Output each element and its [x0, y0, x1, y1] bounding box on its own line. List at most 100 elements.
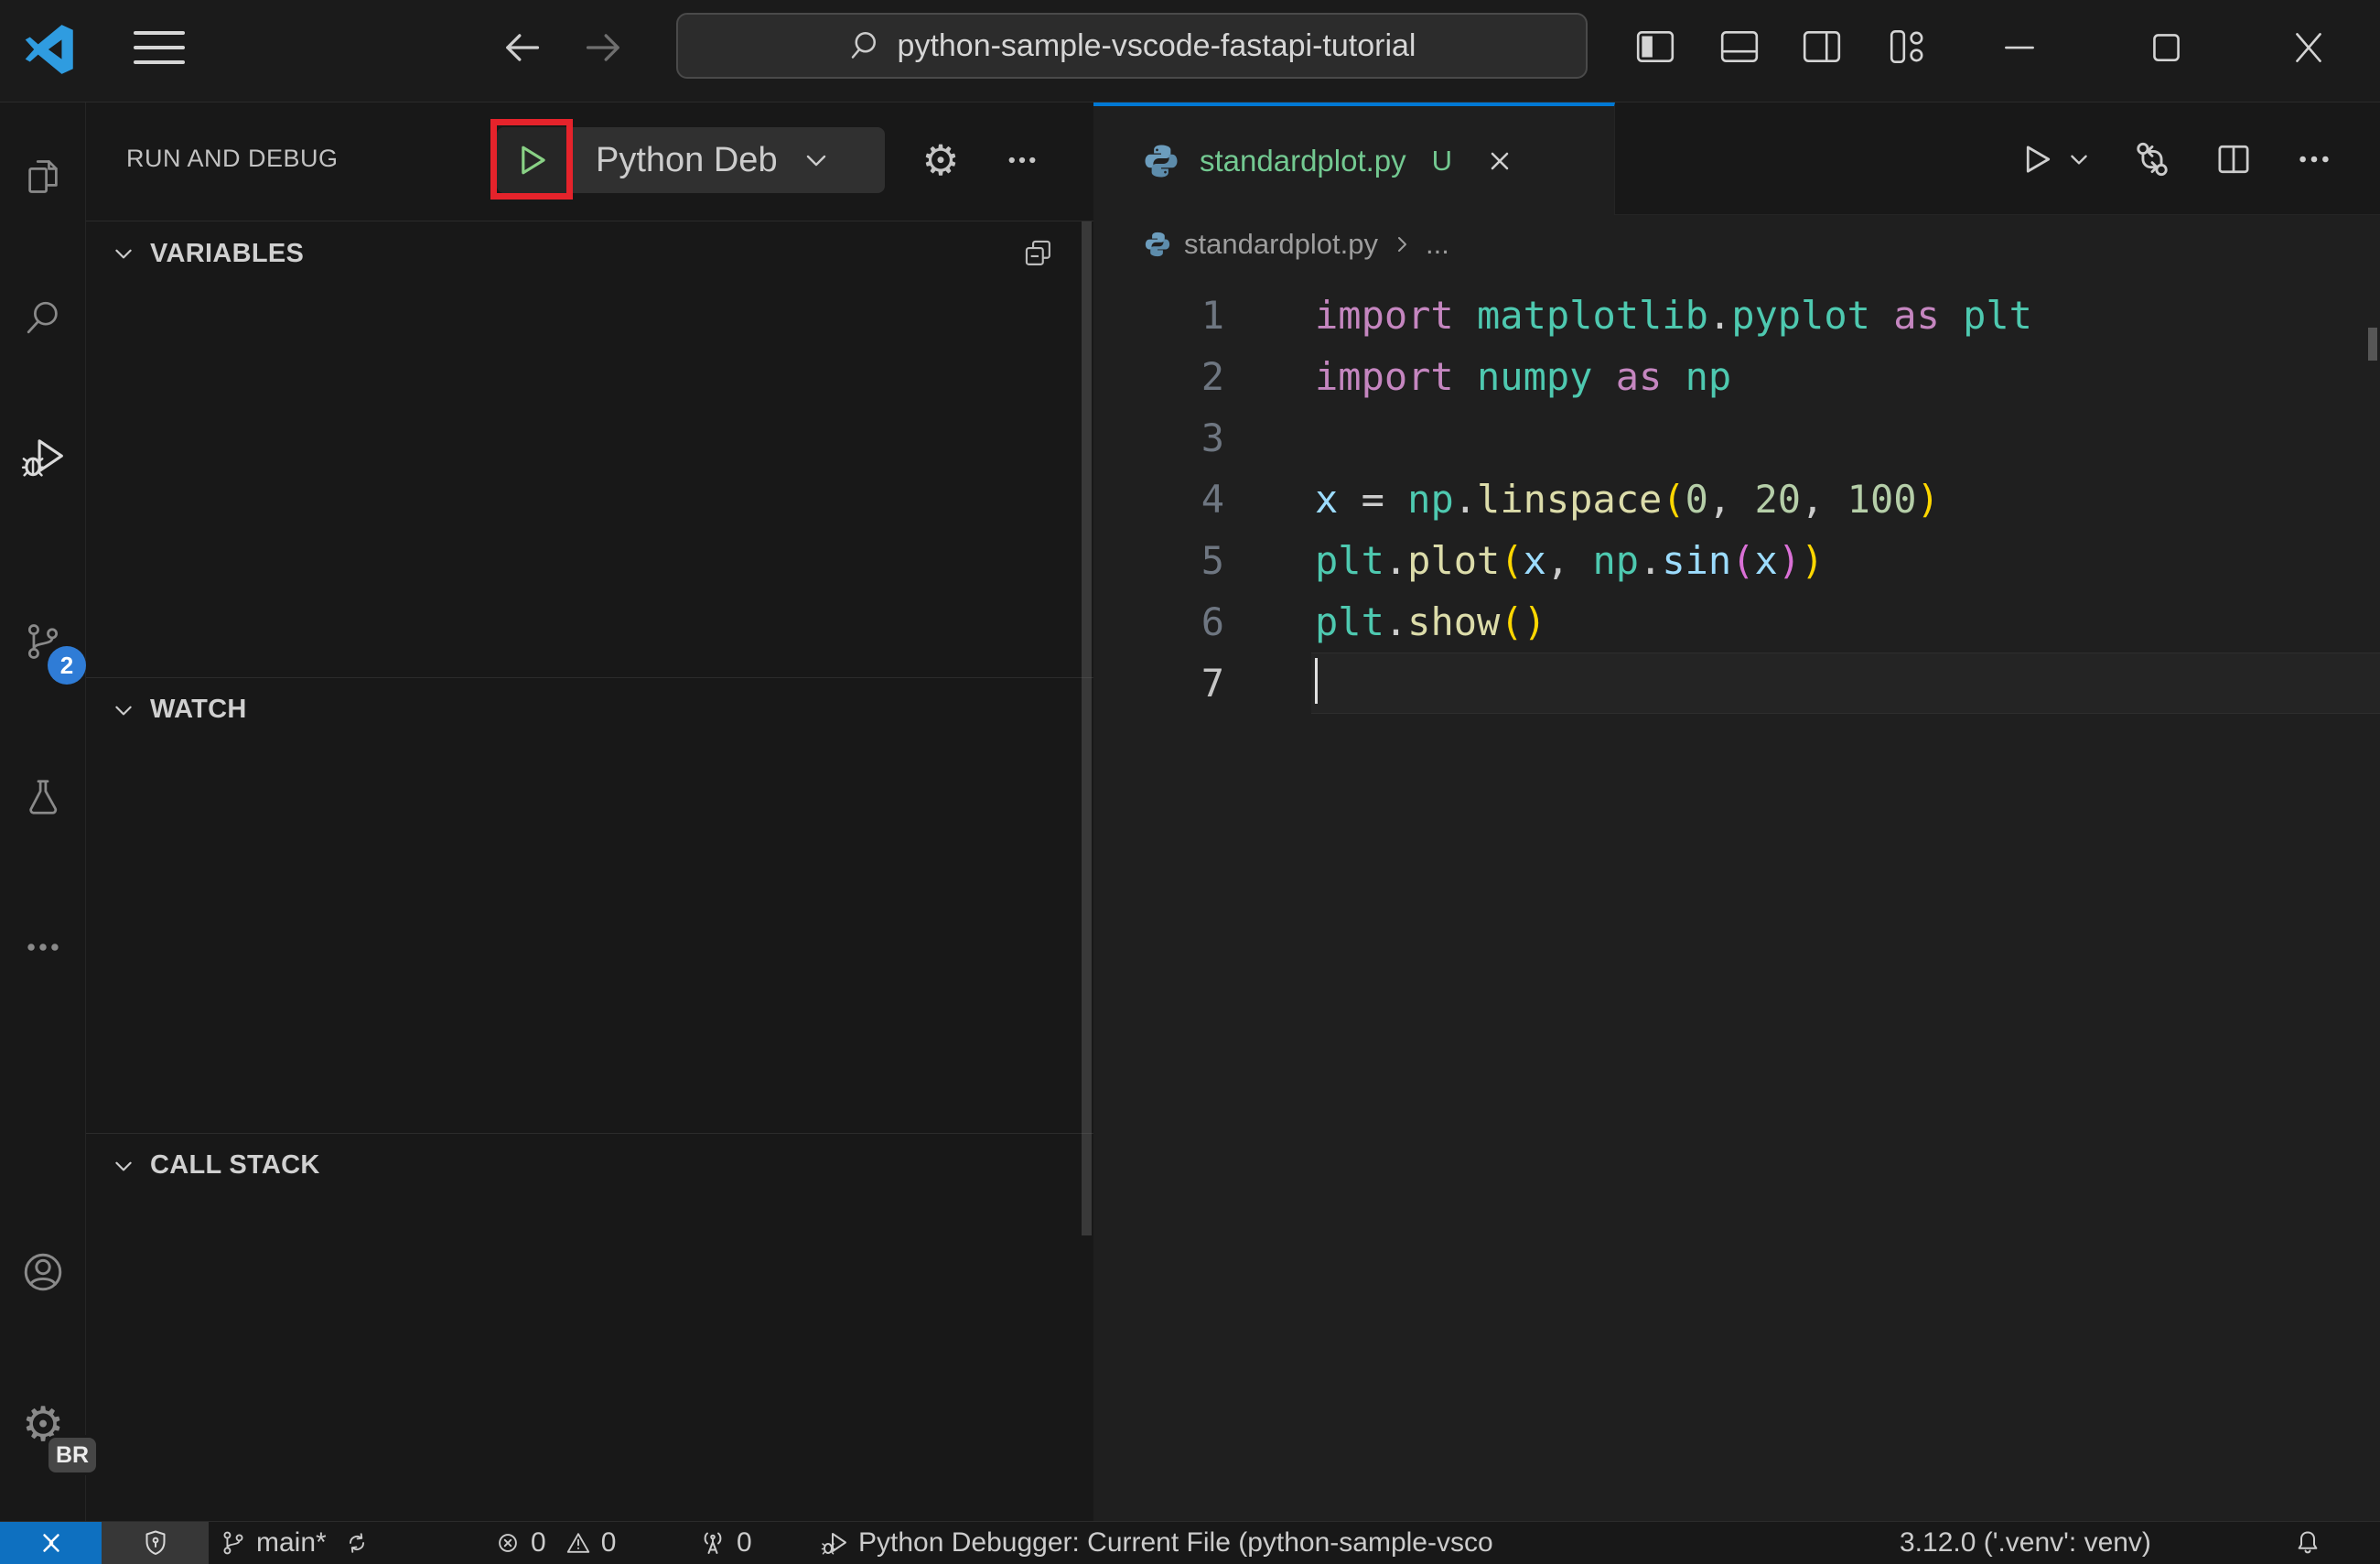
profile-badge: BR: [46, 1435, 99, 1475]
vscode-window: python-sample-vscode-fastapi-tutorial 2 …: [0, 0, 2380, 1564]
debug-status-icon: [821, 1533, 846, 1555]
account-icon: [24, 1253, 62, 1291]
problems-status-item[interactable]: 0 0: [494, 1522, 616, 1564]
ports-status-item[interactable]: 0: [698, 1522, 752, 1564]
beaker-icon: [29, 780, 58, 814]
debug-toolbar: RUN AND DEBUG Python Deb ⚙: [86, 102, 1093, 221]
code-line-5[interactable]: 5 plt.plot(x, np.sin(x)): [1093, 530, 2380, 591]
line-text[interactable]: plt.show(): [1311, 591, 2380, 653]
error-icon: [499, 1534, 517, 1552]
editor-actions: [2018, 102, 2380, 215]
maximize-button[interactable]: [2145, 26, 2187, 68]
line-text[interactable]: [1311, 653, 2380, 714]
breadcrumb-file[interactable]: standardplot.py: [1184, 228, 1378, 261]
line-text[interactable]: plt.plot(x, np.sin(x)): [1311, 530, 2380, 591]
git-branch-icon: [223, 1531, 243, 1555]
sidebar-item-explorer[interactable]: [0, 134, 86, 220]
remote-indicator[interactable]: [0, 1522, 102, 1564]
debug-views-more-button[interactable]: [992, 130, 1052, 190]
chevron-down-icon: [2071, 155, 2087, 165]
run-debug-sidebar: RUN AND DEBUG Python Deb ⚙ VARIABLES WAT…: [86, 102, 1093, 1521]
debugger-status-text: Python Debugger: Current File (python-sa…: [858, 1527, 1493, 1558]
line-text[interactable]: [1311, 407, 2380, 469]
remote-icon: [42, 1534, 59, 1552]
line-number: 7: [1201, 661, 1224, 706]
ellipsis-icon: [2299, 156, 2329, 162]
sync-icon: [349, 1533, 364, 1553]
code-line-4[interactable]: 4 x = np.linspace(0, 20, 100): [1093, 469, 2380, 530]
titlebar: python-sample-vscode-fastapi-tutorial: [0, 0, 2380, 102]
debug-start-button[interactable]: [497, 127, 566, 193]
forward-arrow-button[interactable]: [582, 26, 626, 70]
line-number: 5: [1201, 538, 1224, 583]
debugger-status-item[interactable]: Python Debugger: Current File (python-sa…: [820, 1522, 1735, 1564]
notifications-bell[interactable]: [2293, 1522, 2322, 1564]
tab-standardplot[interactable]: standardplot.py U: [1093, 102, 1615, 215]
line-text[interactable]: x = np.linspace(0, 20, 100): [1311, 469, 2380, 530]
minimize-button[interactable]: [1998, 26, 2041, 68]
editor-group: standardplot.py U standardplot.py ... 1 …: [1093, 102, 2380, 1521]
search-box[interactable]: python-sample-vscode-fastapi-tutorial: [676, 13, 1588, 79]
sidebar-item-testing[interactable]: [0, 754, 86, 840]
section-variables[interactable]: VARIABLES: [86, 221, 1093, 286]
activity-more-button[interactable]: [0, 904, 86, 990]
editor-more-actions-button[interactable]: [2294, 139, 2334, 179]
chevron-down-icon: [806, 155, 825, 167]
line-number: 6: [1201, 599, 1224, 644]
section-watch[interactable]: WATCH: [86, 677, 1093, 741]
open-changes-button[interactable]: [2131, 138, 2173, 180]
sidebar-scrollbar[interactable]: [1082, 221, 1092, 1235]
tab-bar: standardplot.py U: [1093, 102, 2380, 215]
tab-label: standardplot.py: [1200, 143, 1406, 178]
sidebar-item-search[interactable]: [0, 275, 86, 361]
section-label: WATCH: [150, 695, 247, 724]
toggle-primary-sidebar-icon[interactable]: [1634, 26, 1676, 68]
tab-modified-indicator: U: [1431, 144, 1453, 177]
split-editor-icon: [2218, 145, 2249, 173]
branch-name: main*: [256, 1527, 327, 1558]
python-interpreter-item[interactable]: 3.12.0 ('.venv': venv): [1900, 1522, 2151, 1564]
collapse-all-icon: [1025, 240, 1050, 265]
code-line-6[interactable]: 6 plt.show(): [1093, 591, 2380, 653]
toggle-secondary-sidebar-icon[interactable]: [1801, 26, 1843, 68]
code-line-7[interactable]: 7: [1093, 653, 2380, 714]
code-area[interactable]: 1 import matplotlib.pyplot as plt 2 import …: [1093, 274, 2380, 714]
code-line-2[interactable]: 2 import numpy as np: [1093, 346, 2380, 407]
code-line-1[interactable]: 1 import matplotlib.pyplot as plt: [1093, 285, 2380, 346]
section-call-stack[interactable]: CALL STACK: [86, 1133, 1093, 1197]
close-window-button[interactable]: [2288, 26, 2330, 68]
close-icon: [1491, 152, 1509, 169]
python-icon: [1145, 232, 1170, 257]
files-icon: [28, 160, 58, 193]
menu-icon[interactable]: [134, 31, 187, 66]
editor-scrollbar[interactable]: [2368, 328, 2377, 361]
section-label: CALL STACK: [150, 1150, 320, 1180]
interpreter-text: 3.12.0 ('.venv': venv): [1900, 1527, 2151, 1558]
branch-status-item[interactable]: main*: [220, 1522, 371, 1564]
split-editor-button[interactable]: [2213, 139, 2254, 179]
sidebar-item-run-debug[interactable]: [0, 414, 86, 500]
section-label: VARIABLES: [150, 238, 305, 268]
code-line-3[interactable]: 3: [1093, 407, 2380, 469]
customize-layout-icon[interactable]: [1887, 26, 1929, 68]
toggle-panel-icon[interactable]: [1718, 26, 1761, 68]
run-python-file-button[interactable]: [2018, 141, 2091, 178]
line-text[interactable]: import numpy as np: [1311, 346, 2380, 407]
warning-icon: [566, 1533, 589, 1553]
account-button[interactable]: [0, 1229, 86, 1315]
debug-config-dropdown[interactable]: Python Deb: [572, 127, 885, 193]
activity-bar: 2 ⚙ BR: [0, 102, 99, 1521]
tab-close-button[interactable]: [1485, 146, 1514, 176]
play-icon: [522, 146, 545, 175]
collapse-variables-button[interactable]: [1021, 236, 1056, 271]
breadcrumb-symbol[interactable]: ...: [1426, 228, 1449, 261]
line-text[interactable]: import matplotlib.pyplot as plt: [1311, 285, 2380, 346]
chevron-right-icon: [1397, 237, 1406, 252]
breadcrumb[interactable]: standardplot.py ...: [1093, 215, 2380, 274]
search-icon: [27, 301, 58, 334]
text-cursor: [1315, 658, 1318, 704]
back-arrow-button[interactable]: [500, 26, 544, 70]
workspace-trust-badge[interactable]: [102, 1522, 209, 1564]
debug-settings-button[interactable]: ⚙: [910, 130, 971, 190]
chevron-down-icon: [115, 706, 132, 715]
